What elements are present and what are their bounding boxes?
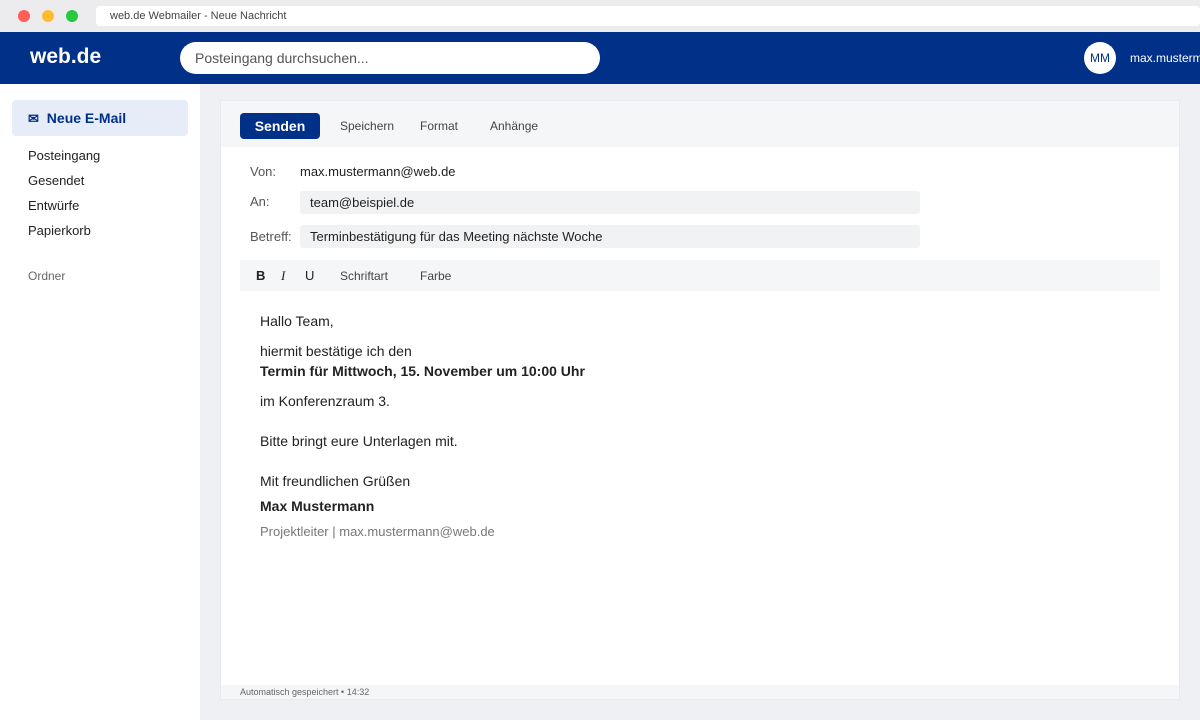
folders-section-label: Ordner bbox=[28, 269, 66, 283]
save-button[interactable]: Speichern bbox=[340, 119, 394, 133]
format-button[interactable]: Format bbox=[420, 119, 458, 133]
sidebar: ✉ Neue E-Mail Posteingang Gesendet Entwü… bbox=[0, 84, 200, 720]
envelope-icon: ✉ bbox=[28, 111, 39, 126]
search-input[interactable] bbox=[180, 42, 600, 74]
subject-field[interactable]: Terminbestätigung für das Meeting nächst… bbox=[300, 225, 920, 248]
username[interactable]: max.mustermann bbox=[1130, 51, 1200, 65]
message-greeting: Hallo Team, bbox=[260, 313, 334, 329]
subject-label: Betreff: bbox=[250, 229, 292, 244]
maximize-window-button[interactable] bbox=[66, 10, 78, 22]
compose-panel: Senden Speichern Format Anhänge Von: max… bbox=[220, 100, 1180, 700]
message-line: hiermit bestätige ich den bbox=[260, 343, 412, 359]
from-value: max.mustermann@web.de bbox=[300, 164, 456, 179]
avatar[interactable]: MM bbox=[1084, 42, 1116, 74]
autosave-status: Automatisch gespeichert • 14:32 bbox=[221, 685, 1179, 699]
sidebar-item-sent[interactable]: Gesendet bbox=[28, 173, 84, 188]
compose-toolbar: Senden Speichern Format Anhänge bbox=[221, 101, 1179, 147]
window-chrome: web.de Webmailer - Neue Nachricht bbox=[0, 0, 1200, 32]
message-line: Bitte bringt eure Unterlagen mit. bbox=[260, 433, 458, 449]
underline-button[interactable]: U bbox=[305, 268, 314, 283]
close-window-button[interactable] bbox=[18, 10, 30, 22]
to-field[interactable]: team@beispiel.de bbox=[300, 191, 920, 214]
message-closing: Mit freundlichen Grüßen bbox=[260, 473, 411, 489]
sidebar-item-trash[interactable]: Papierkorb bbox=[28, 223, 91, 238]
message-line: im Konferenzraum 3. bbox=[260, 393, 390, 409]
attachments-button[interactable]: Anhänge bbox=[490, 119, 538, 133]
logo[interactable]: web.de bbox=[30, 45, 101, 69]
from-label: Von: bbox=[250, 164, 277, 179]
italic-button[interactable]: I bbox=[281, 268, 285, 284]
new-mail-label: Neue E-Mail bbox=[46, 110, 127, 126]
message-appointment: Termin für Mittwoch, 15. November um 10:… bbox=[260, 363, 585, 379]
app-header: web.de MM max.mustermann bbox=[0, 32, 1200, 84]
formatting-toolbar: B I U Schriftart Farbe bbox=[240, 260, 1160, 291]
send-button[interactable]: Senden bbox=[240, 113, 320, 139]
color-button[interactable]: Farbe bbox=[420, 269, 451, 283]
signature-meta: Projektleiter | max.mustermann@web.de bbox=[260, 524, 495, 539]
new-mail-button[interactable]: ✉ Neue E-Mail bbox=[12, 100, 188, 136]
to-label: An: bbox=[250, 194, 270, 209]
window-title: web.de Webmailer - Neue Nachricht bbox=[96, 6, 1200, 26]
minimize-window-button[interactable] bbox=[42, 10, 54, 22]
signature-name: Max Mustermann bbox=[260, 498, 375, 514]
font-button[interactable]: Schriftart bbox=[340, 269, 388, 283]
bold-button[interactable]: B bbox=[256, 268, 265, 283]
sidebar-item-drafts[interactable]: Entwürfe bbox=[28, 198, 79, 213]
sidebar-item-inbox[interactable]: Posteingang bbox=[28, 148, 100, 163]
